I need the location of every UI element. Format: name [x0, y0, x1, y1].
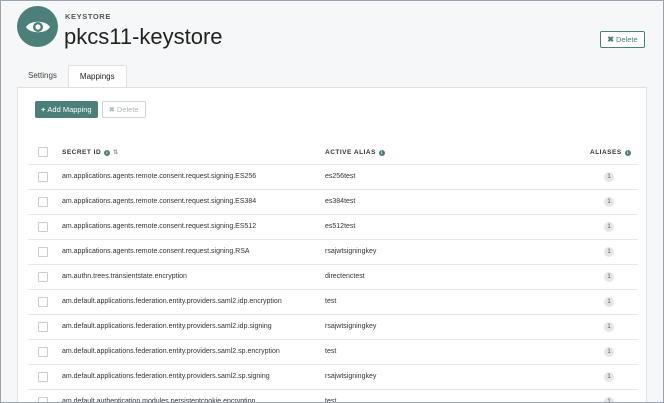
aliases-count-badge: 1 [604, 172, 614, 182]
secret-id-cell: am.applications.agents.remote.consent.re… [62, 198, 257, 205]
table-row[interactable]: am.default.applications.federation.entit… [28, 315, 638, 340]
page-eyebrow: KEYSTORE [65, 12, 111, 21]
active-alias-cell: test [325, 298, 337, 305]
active-alias-cell: es512test [325, 223, 356, 230]
close-icon: ✖ [607, 35, 614, 44]
select-all-checkbox[interactable] [38, 147, 48, 157]
add-mapping-button[interactable]: + Add Mapping [35, 101, 98, 118]
active-alias-cell: directenctest [325, 273, 365, 280]
table-row[interactable]: am.applications.agents.remote.consent.re… [28, 165, 638, 190]
table-row[interactable]: am.authn.trees.transientstate.encryption… [28, 265, 638, 290]
mappings-toolbar: + Add Mapping ✖ Delete [35, 101, 146, 118]
table-row[interactable]: am.applications.agents.remote.consent.re… [28, 190, 638, 215]
row-checkbox[interactable] [38, 247, 48, 257]
active-alias-cell: es384test [325, 198, 356, 205]
delete-mapping-button[interactable]: ✖ Delete [101, 101, 146, 118]
aliases-count-badge: 1 [604, 347, 614, 357]
secret-id-cell: am.default.applications.federation.entit… [62, 323, 272, 330]
row-checkbox[interactable] [38, 272, 48, 282]
active-alias-cell: rsajwtsigningkey [325, 323, 377, 330]
aliases-count-badge: 1 [604, 272, 614, 282]
table-header: SECRET ID i ⇅ ACTIVE ALIAS i ALIASES i [28, 140, 638, 165]
secret-id-cell: am.default.authentication.modules.persis… [62, 398, 256, 403]
info-icon: i [624, 149, 631, 156]
aliases-count-badge: 1 [604, 297, 614, 307]
row-checkbox[interactable] [38, 297, 48, 307]
column-aliases-label: ALIASES [590, 149, 622, 156]
aliases-count-badge: 1 [604, 322, 614, 332]
column-secret-id[interactable]: SECRET ID i ⇅ [62, 149, 119, 156]
row-checkbox[interactable] [38, 397, 48, 402]
info-icon: i [104, 149, 111, 156]
aliases-count-badge: 1 [604, 397, 614, 402]
tab-bar: Settings Mappings [17, 65, 127, 87]
tab-settings[interactable]: Settings [17, 65, 68, 87]
row-checkbox[interactable] [38, 197, 48, 207]
column-secret-id-label: SECRET ID [62, 149, 102, 156]
secret-id-cell: am.applications.agents.remote.consent.re… [62, 173, 257, 180]
sort-icon[interactable]: ⇅ [113, 149, 119, 156]
secret-id-cell: am.applications.agents.remote.consent.re… [62, 248, 250, 255]
delete-mapping-label: Delete [116, 105, 139, 114]
secret-id-cell: am.applications.agents.remote.consent.re… [62, 223, 257, 230]
row-checkbox[interactable] [38, 322, 48, 332]
table-row[interactable]: am.applications.agents.remote.consent.re… [28, 215, 638, 240]
plus-icon: + [41, 105, 46, 114]
row-checkbox[interactable] [38, 347, 48, 357]
add-mapping-label: Add Mapping [47, 105, 92, 114]
app-window: KEYSTORE pkcs11-keystore ✖ Delete Settin… [0, 0, 664, 403]
column-active-alias: ACTIVE ALIAS i [325, 149, 385, 156]
delete-keystore-button[interactable]: ✖ Delete [600, 31, 645, 48]
aliases-count-badge: 1 [604, 197, 614, 207]
mappings-table: SECRET ID i ⇅ ACTIVE ALIAS i ALIASES i a… [28, 140, 638, 403]
info-icon: i [378, 149, 385, 156]
active-alias-cell: rsajwtsigningkey [325, 248, 377, 255]
active-alias-cell: test [325, 348, 337, 355]
aliases-count-badge: 1 [604, 372, 614, 382]
close-icon: ✖ [108, 105, 115, 114]
secret-id-cell: am.authn.trees.transientstate.encryption [62, 273, 187, 280]
column-aliases: ALIASES i [590, 149, 631, 156]
table-row[interactable]: am.default.authentication.modules.persis… [28, 390, 638, 403]
table-row[interactable]: am.default.applications.federation.entit… [28, 290, 638, 315]
active-alias-cell: rsajwtsigningkey [325, 373, 377, 380]
page-title: pkcs11-keystore [64, 24, 223, 49]
keystore-avatar [17, 6, 58, 47]
mappings-panel: + Add Mapping ✖ Delete SECRET ID i ⇅ ACT… [17, 87, 647, 403]
delete-keystore-label: Delete [616, 35, 638, 44]
active-alias-cell: test [325, 398, 337, 403]
page-header: KEYSTORE pkcs11-keystore ✖ Delete [1, 1, 663, 65]
secret-id-cell: am.default.applications.federation.entit… [62, 298, 282, 305]
row-checkbox[interactable] [38, 172, 48, 182]
secret-id-cell: am.default.applications.federation.entit… [62, 373, 270, 380]
table-row[interactable]: am.applications.agents.remote.consent.re… [28, 240, 638, 265]
eye-icon [25, 21, 50, 32]
row-checkbox[interactable] [38, 222, 48, 232]
tab-mappings[interactable]: Mappings [67, 65, 127, 87]
row-checkbox[interactable] [38, 372, 48, 382]
column-active-alias-label: ACTIVE ALIAS [325, 149, 376, 156]
active-alias-cell: es256test [325, 173, 356, 180]
table-row[interactable]: am.default.applications.federation.entit… [28, 340, 638, 365]
secret-id-cell: am.default.applications.federation.entit… [62, 348, 280, 355]
aliases-count-badge: 1 [604, 247, 614, 257]
aliases-count-badge: 1 [604, 222, 614, 232]
table-row[interactable]: am.default.applications.federation.entit… [28, 365, 638, 390]
